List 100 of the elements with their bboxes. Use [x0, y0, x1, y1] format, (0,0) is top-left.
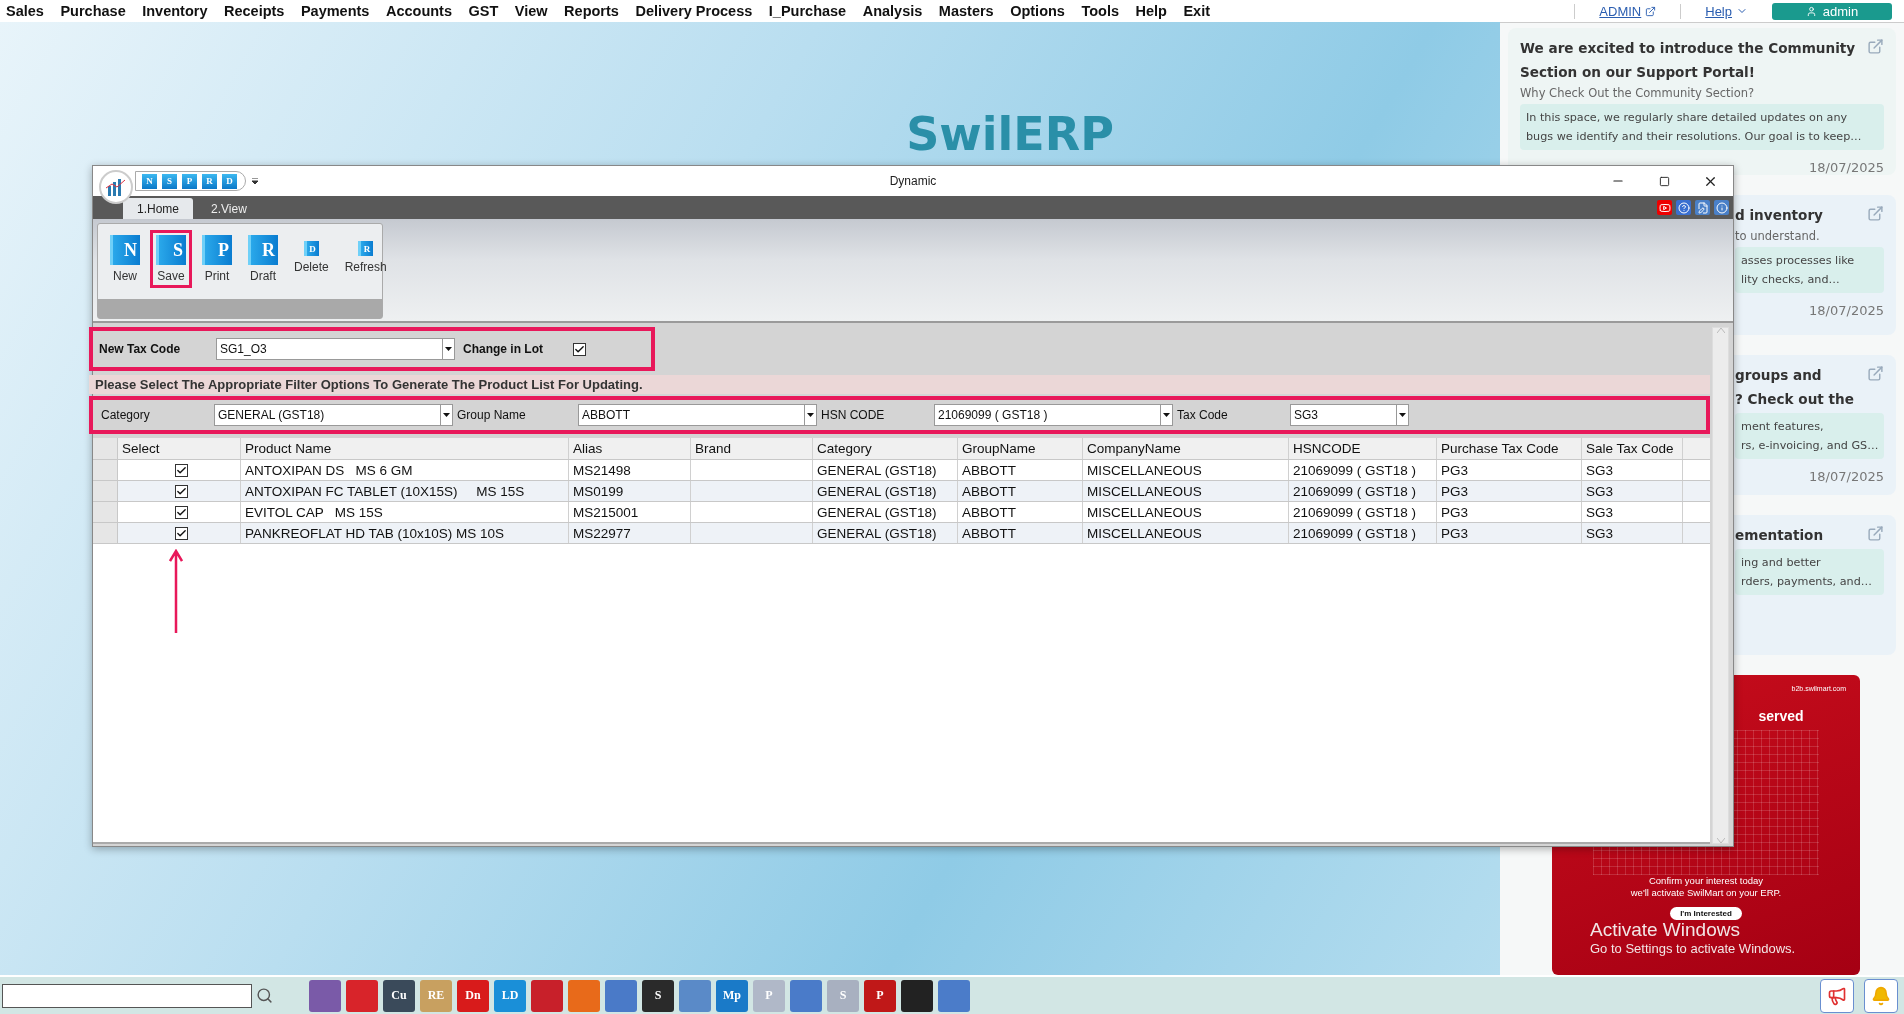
table-cell: SG3	[1582, 502, 1683, 522]
app-icon[interactable]: Cu	[383, 979, 415, 1012]
field-label: Change in Lot	[463, 342, 543, 356]
menu-item[interactable]: Reports	[564, 3, 619, 19]
promo-text: we'll activate SwilMart on your ERP.	[1630, 887, 1782, 899]
note-icon[interactable]	[1695, 200, 1710, 215]
table-cell: MS21498	[569, 460, 691, 480]
filter-label: Group Name	[456, 408, 527, 422]
column-header[interactable]: Select	[118, 438, 241, 459]
promo-heading: served	[1757, 708, 1804, 724]
menu-item[interactable]: Purchase	[60, 3, 126, 19]
menu-item[interactable]: Receipts	[223, 3, 285, 19]
table-cell: MS22977	[569, 523, 691, 543]
filter-dropdown[interactable]: GENERAL (GST18)	[214, 404, 453, 426]
column-header[interactable]: CompanyName	[1083, 438, 1289, 459]
menu-item[interactable]: Analysis	[862, 3, 923, 19]
menu-item[interactable]: Tools	[1081, 3, 1120, 19]
app-icon[interactable]: S	[642, 979, 674, 1012]
description-line: In this space, we regularly share detailed updates on any	[1526, 110, 1849, 126]
notification-button[interactable]	[1864, 978, 1898, 1013]
column-header[interactable]: Purchase Tax Code	[1437, 438, 1582, 459]
filter-dropdown[interactable]: SG3	[1290, 404, 1409, 426]
card-title: Section on our Support Portal!	[1520, 63, 1755, 82]
customize-caret-icon[interactable]	[252, 178, 258, 184]
filter-dropdown[interactable]: 21069099 ( GST18 )	[934, 404, 1173, 426]
notice-text: Please Select The Appropriate Filter Options To Generate The Product List For Updating.	[89, 375, 1710, 394]
tax-code-dropdown[interactable]: SG1_O3	[216, 338, 455, 360]
filter-dropdown[interactable]: ABBOTT	[578, 404, 817, 426]
table-cell: MS215001	[569, 502, 691, 522]
news-card[interactable]	[1508, 28, 1896, 175]
table-cell: ABBOTT	[958, 481, 1083, 501]
table-cell: ABBOTT	[958, 460, 1083, 480]
column-header[interactable]: Product Name	[241, 438, 569, 459]
row-checkbox[interactable]	[174, 505, 188, 519]
info-icon[interactable]	[1714, 200, 1729, 215]
row-checkbox[interactable]	[174, 463, 188, 477]
description-line: asses processes like	[1741, 253, 1856, 269]
column-header[interactable]: Alias	[569, 438, 691, 459]
announcement-button[interactable]	[1820, 978, 1854, 1013]
app-icon[interactable]: Dn	[457, 979, 489, 1012]
ribbon-action-icon: R	[358, 241, 374, 256]
app-icon[interactable]	[901, 979, 933, 1012]
ribbon-tab[interactable]: 2.View	[197, 198, 261, 219]
table-cell: ABBOTT	[958, 502, 1083, 522]
menu-item[interactable]: Options	[1010, 3, 1065, 19]
card-subtitle: to understand.	[1735, 229, 1821, 243]
checkbox[interactable]	[573, 342, 586, 356]
menu-item[interactable]: Exit	[1183, 3, 1211, 19]
activation-title: Activate Windows	[1590, 919, 1741, 941]
app-icon[interactable]: Mp	[716, 979, 748, 1012]
menu-item[interactable]: I_Purchase	[768, 3, 847, 19]
ribbon-button[interactable]: D Delete	[288, 230, 335, 279]
column-header[interactable]: Brand	[691, 438, 813, 459]
ribbon-button[interactable]: S Save	[150, 230, 192, 288]
promo-text: Confirm your interest today	[1648, 875, 1763, 887]
ribbon-button[interactable]: R Draft	[242, 230, 284, 288]
menu-item[interactable]: GST	[468, 3, 499, 19]
table-cell: EVITOL CAP MS 15S	[241, 502, 569, 522]
menu-item[interactable]: Delivery Process	[635, 3, 753, 19]
menu-item[interactable]: Inventory	[142, 3, 208, 19]
menu-item[interactable]: Accounts	[385, 3, 452, 19]
interested-button[interactable]: I'm Interested	[1670, 907, 1742, 920]
dropdown-caret-icon	[1163, 413, 1170, 417]
row-checkbox[interactable]	[174, 526, 188, 540]
external-link-icon	[1867, 38, 1884, 55]
menu-item[interactable]: View	[514, 3, 548, 19]
search-field[interactable]	[2, 983, 252, 1008]
table-cell: ABBOTT	[958, 523, 1083, 543]
column-header[interactable]: GroupName	[958, 438, 1083, 459]
column-header[interactable]: Sale Tax Code	[1582, 438, 1683, 459]
ribbon-tab[interactable]: 1.Home	[123, 198, 194, 219]
column-header[interactable]: Category	[813, 438, 958, 459]
table-cell: MISCELLANEOUS	[1083, 502, 1289, 522]
row-checkbox[interactable]	[174, 484, 188, 498]
user-icon	[1805, 5, 1817, 17]
menu-item[interactable]: Payments	[300, 3, 370, 19]
ribbon-action-icon: P	[202, 235, 232, 265]
menu-item[interactable]: Masters	[938, 3, 994, 19]
app-icon[interactable]: P	[864, 979, 896, 1012]
menu-item[interactable]: Help	[1135, 3, 1167, 19]
table-cell: PG3	[1437, 502, 1582, 522]
app-icon[interactable]: LD	[494, 979, 526, 1012]
ribbon-button[interactable]: N New	[104, 230, 146, 288]
dropdown-caret-icon	[1399, 413, 1406, 417]
video-icon[interactable]	[1657, 200, 1672, 215]
ribbon-button[interactable]: P Print	[196, 230, 238, 288]
table-cell: PG3	[1437, 460, 1582, 480]
card-date: 18/07/2025	[1809, 303, 1884, 318]
card-subtitle: Why Check Out the Community Section?	[1520, 86, 1756, 100]
dropdown-caret-icon	[445, 347, 452, 351]
card-title: ementation	[1735, 526, 1824, 545]
search-icon[interactable]	[256, 987, 273, 1004]
ribbon-button[interactable]: R Refresh	[338, 230, 393, 279]
column-header[interactable]: HSNCODE	[1289, 438, 1437, 459]
menu-item[interactable]: Sales	[6, 3, 44, 19]
ribbon-action-icon: S	[156, 235, 186, 265]
admin-link[interactable]: ADMIN	[1574, 3, 1681, 19]
help-icon[interactable]	[1676, 200, 1691, 215]
dropdown-caret-icon	[807, 413, 814, 417]
activation-hint: Go to Settings to activate Windows.	[1590, 941, 1796, 956]
